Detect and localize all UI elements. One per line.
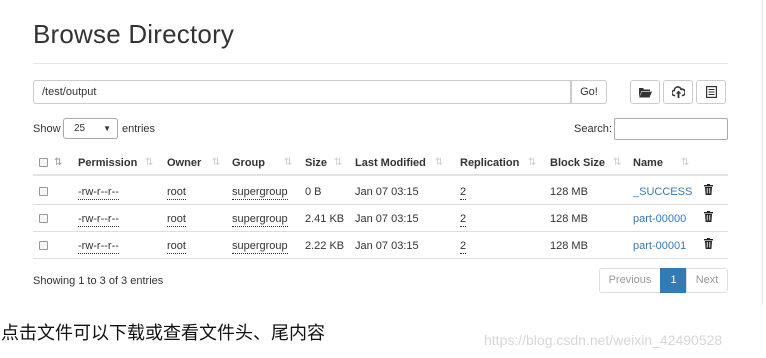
group-cell[interactable]: supergroup bbox=[232, 239, 288, 254]
size-cell: 0 B bbox=[305, 186, 322, 198]
group-cell[interactable]: supergroup bbox=[232, 212, 288, 227]
column-owner[interactable]: Owner bbox=[167, 156, 201, 170]
folder-open-icon bbox=[638, 87, 652, 98]
trash-icon[interactable] bbox=[704, 184, 713, 199]
table-info: Showing 1 to 3 of 3 entries bbox=[33, 275, 164, 287]
sort-icon: ⇅ bbox=[212, 157, 221, 168]
replication-cell[interactable]: 2 bbox=[460, 185, 467, 200]
go-button[interactable]: Go! bbox=[571, 80, 607, 104]
row-checkbox[interactable] bbox=[39, 241, 48, 250]
previous-page-button[interactable]: Previous bbox=[599, 268, 661, 293]
caption-text: 点击文件可以下载或查看文件头、尾内容 bbox=[1, 323, 325, 344]
column-name[interactable]: Name bbox=[633, 156, 663, 170]
table-header: ⇅ Permission ⇅ Owner ⇅ Group ⇅ Size ⇅ La… bbox=[33, 150, 728, 176]
path-input[interactable]: /test/output bbox=[33, 80, 571, 104]
upload-icon bbox=[671, 86, 685, 98]
size-cell: 2.41 KB bbox=[305, 213, 345, 225]
last-modified-cell: Jan 07 03:15 bbox=[355, 240, 419, 252]
permission-cell[interactable]: -rw-r--r-- bbox=[78, 239, 119, 254]
last-modified-cell: Jan 07 03:15 bbox=[355, 186, 419, 198]
page-edge-divider bbox=[762, 0, 763, 305]
table-row: -rw-r--r-- root supergroup 0 B Jan 07 03… bbox=[33, 178, 728, 205]
column-replication[interactable]: Replication bbox=[460, 156, 519, 170]
size-cell: 2.22 KB bbox=[305, 240, 345, 252]
column-last-modified[interactable]: Last Modified bbox=[355, 156, 426, 170]
title-divider bbox=[33, 63, 728, 64]
file-name-link[interactable]: _SUCCESS bbox=[633, 185, 692, 199]
file-name-link[interactable]: part-00000 bbox=[633, 212, 686, 226]
sort-icon: ⇅ bbox=[435, 157, 444, 168]
owner-cell[interactable]: root bbox=[167, 212, 186, 227]
sort-icon: ⇅ bbox=[528, 157, 537, 168]
entries-per-page-select[interactable]: 25 ▼ bbox=[63, 118, 118, 139]
replication-cell[interactable]: 2 bbox=[460, 239, 467, 254]
sort-icon: ⇅ bbox=[284, 157, 293, 168]
trash-icon[interactable] bbox=[704, 238, 713, 253]
owner-cell[interactable]: root bbox=[167, 185, 186, 200]
sort-icon: ⇅ bbox=[145, 157, 154, 168]
next-page-button[interactable]: Next bbox=[686, 268, 728, 293]
chevron-down-icon: ▼ bbox=[103, 124, 111, 133]
replication-cell[interactable]: 2 bbox=[460, 212, 467, 227]
sort-icon: ⇅ bbox=[613, 157, 622, 168]
column-group[interactable]: Group bbox=[232, 156, 265, 170]
column-permission[interactable]: Permission bbox=[78, 156, 137, 170]
search-input[interactable] bbox=[614, 118, 728, 140]
current-page-button[interactable]: 1 bbox=[660, 268, 687, 293]
table-row: -rw-r--r-- root supergroup 2.41 KB Jan 0… bbox=[33, 205, 728, 232]
sort-icon: ⇅ bbox=[681, 157, 690, 168]
show-label: Show bbox=[33, 123, 61, 135]
owner-cell[interactable]: root bbox=[167, 239, 186, 254]
trash-icon[interactable] bbox=[704, 211, 713, 226]
block-size-cell: 128 MB bbox=[550, 213, 588, 225]
create-directory-button[interactable] bbox=[630, 80, 660, 104]
browse-directory-page: Browse Directory /test/output Go! Show 2… bbox=[0, 0, 766, 305]
list-icon bbox=[705, 86, 717, 98]
upload-button[interactable] bbox=[663, 80, 693, 104]
block-size-cell: 128 MB bbox=[550, 186, 588, 198]
search-label: Search: bbox=[574, 123, 612, 135]
entries-label: entries bbox=[122, 123, 156, 135]
group-cell[interactable]: supergroup bbox=[232, 185, 288, 200]
select-all-checkbox[interactable] bbox=[39, 158, 48, 167]
sort-icon[interactable]: ⇅ bbox=[54, 156, 62, 170]
watermark: https://blog.csdn.net/weixin_42490528 bbox=[484, 332, 723, 348]
sort-icon: ⇅ bbox=[334, 157, 343, 168]
file-name-link[interactable]: part-00001 bbox=[633, 239, 686, 253]
entries-per-page-value: 25 bbox=[74, 123, 86, 134]
block-size-cell: 128 MB bbox=[550, 240, 588, 252]
table-row: -rw-r--r-- root supergroup 2.22 KB Jan 0… bbox=[33, 232, 728, 259]
last-modified-cell: Jan 07 03:15 bbox=[355, 213, 419, 225]
page-title: Browse Directory bbox=[33, 19, 235, 49]
row-checkbox[interactable] bbox=[39, 187, 48, 196]
row-checkbox[interactable] bbox=[39, 214, 48, 223]
permission-cell[interactable]: -rw-r--r-- bbox=[78, 185, 119, 200]
permission-cell[interactable]: -rw-r--r-- bbox=[78, 212, 119, 227]
column-size[interactable]: Size bbox=[305, 156, 327, 170]
column-block-size[interactable]: Block Size bbox=[550, 156, 605, 170]
cut-paste-button[interactable] bbox=[696, 80, 726, 104]
